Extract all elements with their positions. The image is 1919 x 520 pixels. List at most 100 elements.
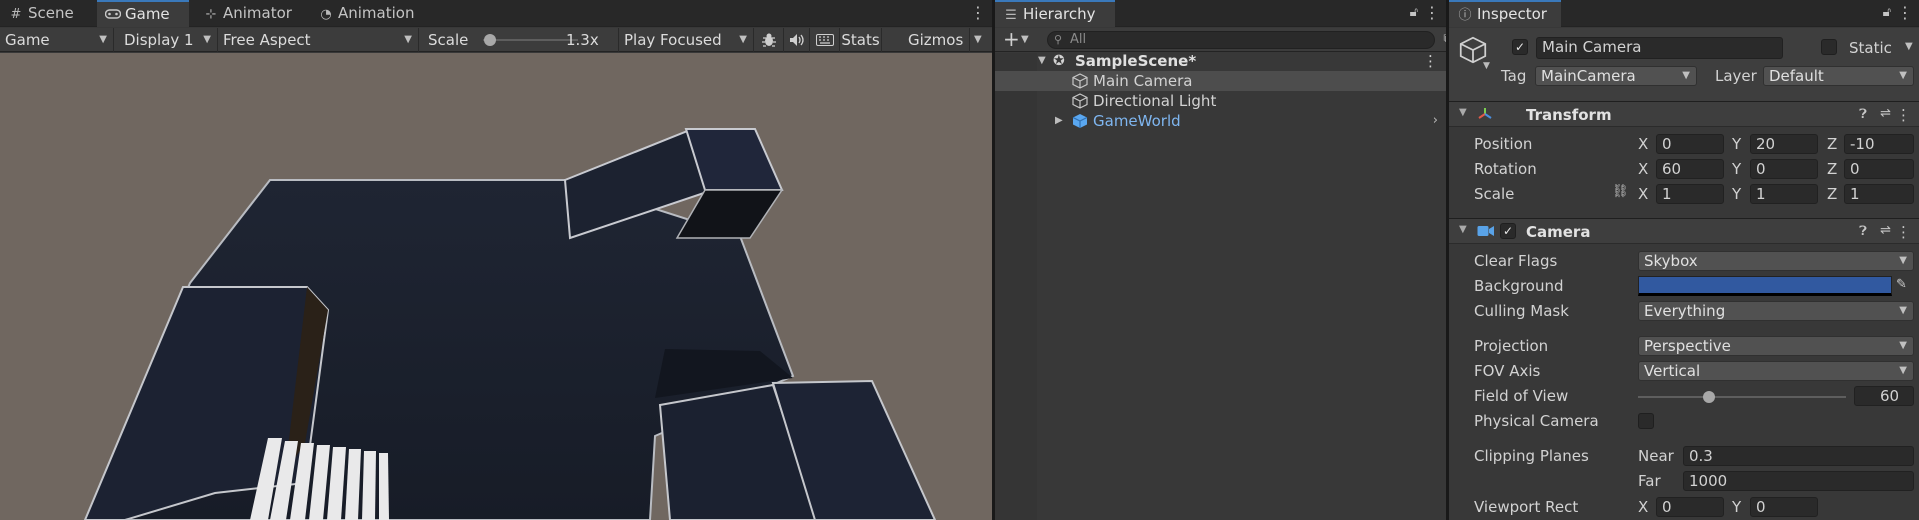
stats-button[interactable]: Stats <box>840 28 882 52</box>
scale-slider-knob[interactable] <box>483 34 496 46</box>
hierarchy-search-input[interactable]: ⚲ All ⧉ <box>1047 31 1446 49</box>
fold-closed-icon[interactable]: ▶ <box>1055 111 1063 131</box>
layer-value: Default <box>1769 67 1824 85</box>
help-icon[interactable]: ❓︎ <box>1859 224 1867 239</box>
search-icon: ⚲ <box>1054 33 1063 46</box>
clear-flags-label: Clear Flags <box>1474 252 1558 270</box>
viewport-y-field[interactable]: 0 <box>1750 497 1818 517</box>
tag-dropdown[interactable]: MainCamera ▼ <box>1535 66 1697 86</box>
background-color-field[interactable] <box>1638 276 1892 296</box>
axis-z-label: Z <box>1827 185 1838 203</box>
gizmos-label: Gizmos <box>908 31 964 49</box>
hierarchy-item-main-camera[interactable]: Main Camera <box>995 71 1446 91</box>
static-checkbox[interactable] <box>1821 39 1837 55</box>
inspector-menu-icon[interactable]: ⋮ <box>1897 3 1913 23</box>
axis-y-label: Y <box>1732 498 1742 516</box>
chevron-down-icon[interactable]: ▼ <box>1483 61 1490 71</box>
bug-icon[interactable] <box>754 28 784 52</box>
audio-mute-icon[interactable] <box>784 28 810 52</box>
position-y-field[interactable]: 20 <box>1750 134 1818 154</box>
near-label: Near <box>1638 447 1674 465</box>
rotation-z-field[interactable]: 0 <box>1844 159 1914 179</box>
keyboard-icon[interactable] <box>810 28 840 52</box>
transform-title: Transform <box>1526 106 1612 124</box>
hierarchy-menu-icon[interactable]: ⋮ <box>1424 3 1440 23</box>
help-icon[interactable]: ❓︎ <box>1859 107 1867 122</box>
aspect-dropdown[interactable]: Free Aspect ▼ <box>218 28 419 52</box>
layer-dropdown[interactable]: Default ▼ <box>1763 66 1914 86</box>
camera-enabled-checkbox[interactable]: ✓ <box>1500 223 1516 239</box>
scale-x-field[interactable]: 1 <box>1656 184 1724 204</box>
lock-icon[interactable]: 🔓︎ <box>1410 3 1418 23</box>
static-label: Static <box>1849 39 1892 57</box>
scene-row[interactable]: ▼ ✪ SampleScene* ⋮ <box>995 51 1446 71</box>
play-mode-label: Play Focused <box>624 31 722 49</box>
scale-slider[interactable] <box>483 39 578 41</box>
position-x-value: 0 <box>1662 135 1672 153</box>
scene-search-icon[interactable]: ⧉ <box>1443 30 1446 46</box>
axis-y-label: Y <box>1732 160 1742 178</box>
preset-icon[interactable]: ⇌ <box>1880 106 1891 121</box>
far-field[interactable]: 1000 <box>1683 471 1914 491</box>
viewport-x-field[interactable]: 0 <box>1656 497 1724 517</box>
gameobject-icon <box>1072 73 1088 89</box>
scene-menu-icon[interactable]: ⋮ <box>1423 51 1438 71</box>
position-label: Position <box>1474 135 1533 153</box>
fold-open-icon[interactable]: ▼ <box>1459 224 1467 235</box>
near-field[interactable]: 0.3 <box>1683 446 1914 466</box>
tab-scene[interactable]: # Scene <box>0 0 96 27</box>
fov-slider-knob[interactable] <box>1702 391 1715 403</box>
gamepad-icon <box>104 3 122 28</box>
display-dropdown[interactable]: Display 1 ▼ <box>119 28 218 52</box>
axis-y-label: Y <box>1732 185 1742 203</box>
chevron-down-icon[interactable]: ▼ <box>1905 41 1913 52</box>
hierarchy-item-directional-light[interactable]: Directional Light <box>995 91 1446 111</box>
position-y-value: 20 <box>1756 135 1776 153</box>
lock-icon[interactable]: 🔓︎ <box>1883 3 1891 23</box>
physical-camera-checkbox[interactable] <box>1638 413 1654 429</box>
object-header: ▼ ✓ Main Camera Static ▼ Tag MainCamera ▼… <box>1449 28 1919 104</box>
fold-open-icon[interactable]: ▼ <box>1459 107 1467 118</box>
hierarchy-panel: ☰ Hierarchy 🔓︎ ⋮ + ▼ ⚲ All ⧉ ▼ ✪ SampleSc… <box>995 0 1446 520</box>
hierarchy-item-gameworld[interactable]: ▶ GameWorld › <box>995 111 1446 131</box>
tab-animator[interactable]: ⊹ Animator <box>195 0 305 27</box>
game-mode-dropdown[interactable]: Game ▼ <box>0 28 114 52</box>
clear-flags-dropdown[interactable]: Skybox ▼ <box>1638 251 1914 271</box>
scale-y-field[interactable]: 1 <box>1750 184 1818 204</box>
fov-field[interactable]: 60 <box>1854 386 1914 406</box>
camera-header[interactable]: ▼ ✓ Camera ❓︎ ⇌ ⋮ <box>1449 218 1919 244</box>
game-viewport[interactable] <box>0 53 992 520</box>
position-x-field[interactable]: 0 <box>1656 134 1724 154</box>
chevron-down-icon[interactable]: ▼ <box>1021 28 1029 52</box>
preset-icon[interactable]: ⇌ <box>1880 223 1891 238</box>
add-icon[interactable]: + <box>1003 28 1020 50</box>
transform-header[interactable]: ▼ Transform ❓︎ ⇌ ⋮ <box>1449 101 1919 127</box>
game-menu-icon[interactable]: ⋮ <box>970 3 986 23</box>
fov-axis-dropdown[interactable]: Vertical ▼ <box>1638 361 1914 381</box>
eyedropper-icon[interactable]: ✎ <box>1896 277 1907 292</box>
rotation-y-field[interactable]: 0 <box>1750 159 1818 179</box>
culling-mask-dropdown[interactable]: Everything ▼ <box>1638 301 1914 321</box>
projection-label: Projection <box>1474 337 1549 355</box>
component-menu-icon[interactable]: ⋮ <box>1896 106 1911 124</box>
tab-inspector[interactable]: ⓘ Inspector <box>1449 0 1561 27</box>
fov-slider[interactable] <box>1638 396 1846 398</box>
gizmos-dropdown[interactable]: Gizmos ▼ <box>882 28 982 52</box>
position-z-field[interactable]: -10 <box>1844 134 1914 154</box>
chevron-down-icon: ▼ <box>1899 340 1907 351</box>
tab-game[interactable]: Game <box>97 0 189 27</box>
chevron-right-icon[interactable]: › <box>1433 111 1438 131</box>
tab-animation[interactable]: ◔ Animation <box>310 0 430 27</box>
object-name-input[interactable]: Main Camera <box>1536 37 1783 59</box>
scale-z-value: 1 <box>1850 185 1860 203</box>
play-mode-dropdown[interactable]: Play Focused ▼ <box>619 28 754 52</box>
fold-open-icon[interactable]: ▼ <box>1038 51 1046 71</box>
active-checkbox[interactable]: ✓ <box>1512 39 1528 55</box>
rotation-x-value: 60 <box>1662 160 1682 178</box>
component-menu-icon[interactable]: ⋮ <box>1896 223 1911 241</box>
link-off-icon[interactable]: ⛓︎ <box>1612 184 1629 199</box>
tab-hierarchy[interactable]: ☰ Hierarchy <box>995 0 1115 27</box>
projection-dropdown[interactable]: Perspective ▼ <box>1638 336 1914 356</box>
rotation-x-field[interactable]: 60 <box>1656 159 1724 179</box>
scale-z-field[interactable]: 1 <box>1844 184 1914 204</box>
